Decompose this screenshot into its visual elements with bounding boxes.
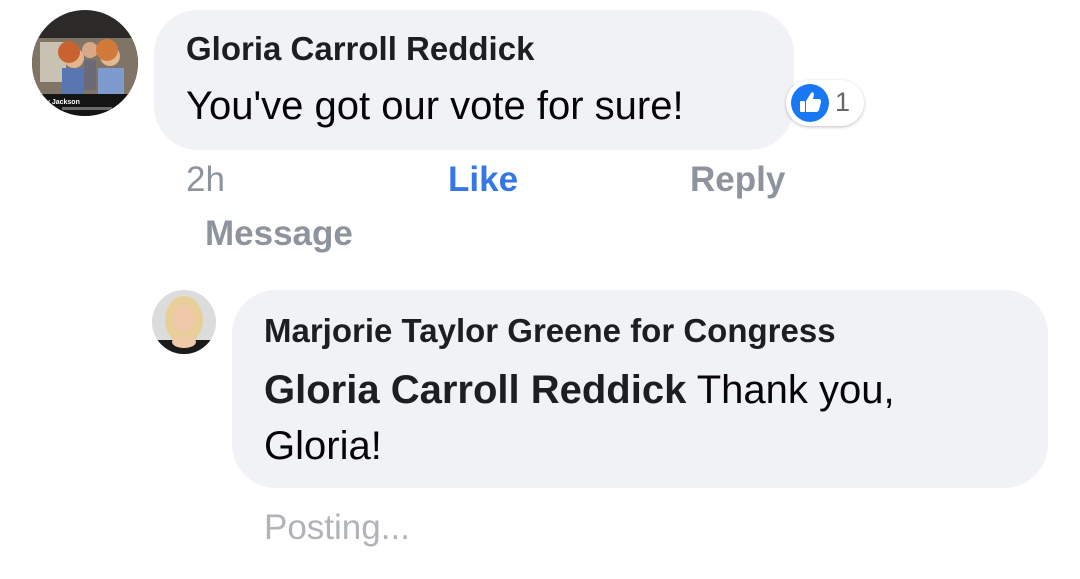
reply-mention[interactable]: Gloria Carroll Reddick — [264, 368, 686, 412]
message-button[interactable]: Message — [205, 214, 353, 254]
reply-author-name[interactable]: Marjorie Taylor Greene for Congress — [264, 312, 836, 350]
commenter-avatar[interactable]: y Jackson — [32, 10, 138, 116]
reaction-count: 1 — [835, 87, 851, 117]
comment-timestamp[interactable]: 2h — [186, 160, 225, 200]
reply-author-avatar[interactable] — [152, 290, 216, 354]
like-button[interactable]: Like — [448, 160, 518, 200]
comment-author-name[interactable]: Gloria Carroll Reddick — [186, 30, 534, 68]
comment-text: You've got our vote for sure! — [186, 84, 684, 128]
reply-button[interactable]: Reply — [690, 160, 785, 200]
like-icon — [791, 84, 829, 122]
avatar-caption: y Jackson — [46, 99, 80, 106]
reaction-summary[interactable]: 1 — [786, 80, 864, 126]
posting-status: Posting... — [264, 508, 410, 547]
reply-text: Gloria Carroll Reddick Thank you, Gloria… — [264, 362, 984, 474]
